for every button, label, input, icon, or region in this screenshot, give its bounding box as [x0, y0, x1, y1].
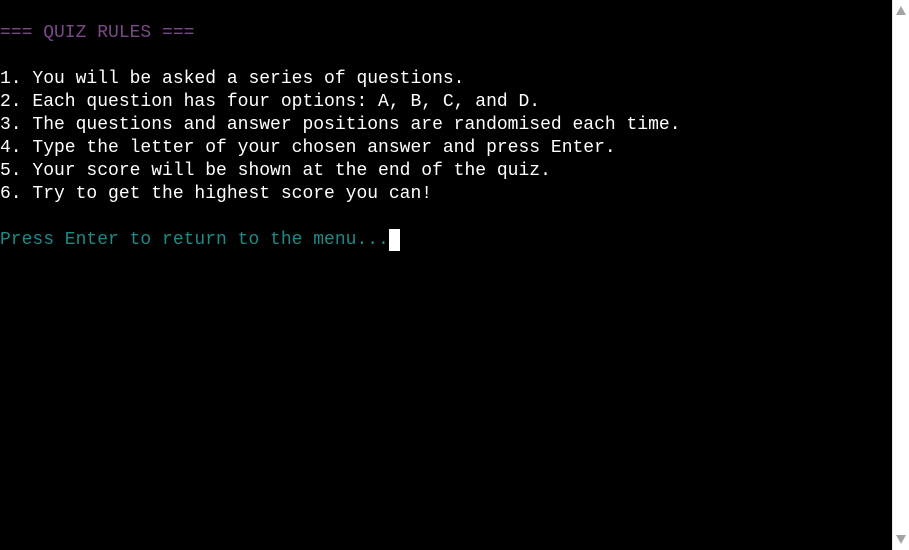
- rule-line-1: 1. You will be asked a series of questio…: [0, 69, 465, 89]
- rules-title: === QUIZ RULES ===: [0, 23, 195, 43]
- scroll-down-arrow-icon[interactable]: [896, 535, 906, 544]
- rule-line-6: 6. Try to get the highest score you can!: [0, 184, 433, 204]
- rule-line-2: 2. Each question has four options: A, B,…: [0, 92, 541, 112]
- rule-line-3: 3. The questions and answer positions ar…: [0, 115, 681, 135]
- vertical-scrollbar[interactable]: [892, 0, 909, 550]
- return-prompt: Press Enter to return to the menu...: [0, 230, 389, 250]
- rule-line-5: 5. Your score will be shown at the end o…: [0, 161, 551, 181]
- scroll-up-arrow-icon[interactable]: [896, 6, 906, 15]
- text-cursor: [388, 229, 400, 251]
- terminal-output: === QUIZ RULES === 1. You will be asked …: [0, 22, 892, 252]
- terminal-window[interactable]: === QUIZ RULES === 1. You will be asked …: [0, 0, 892, 550]
- rule-line-4: 4. Type the letter of your chosen answer…: [0, 138, 616, 158]
- input-prompt-line[interactable]: Press Enter to return to the menu...: [0, 229, 892, 252]
